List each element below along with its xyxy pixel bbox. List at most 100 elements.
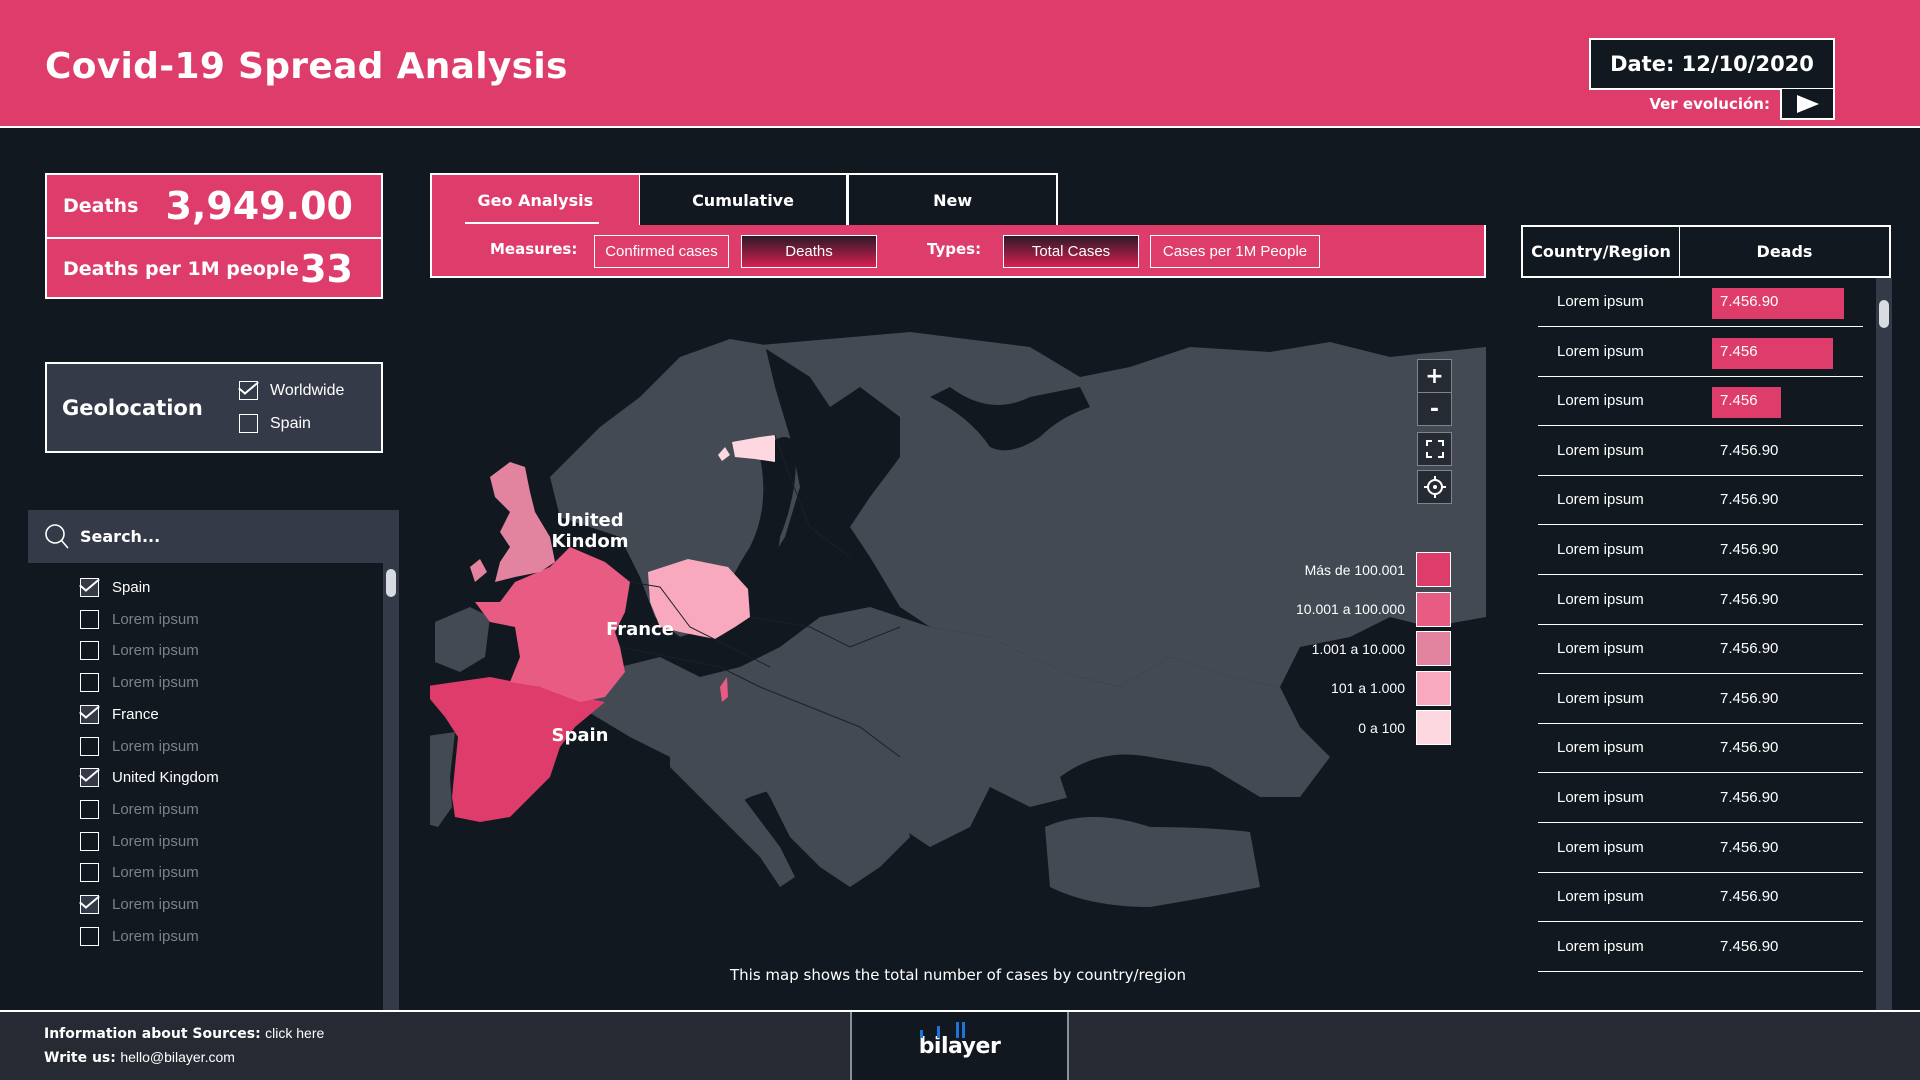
- fullscreen-button[interactable]: [1417, 432, 1452, 466]
- table-row[interactable]: Lorem ipsum 7.456.90: [1538, 526, 1863, 575]
- checkbox[interactable]: [80, 863, 99, 883]
- cell-deads: 7.456.90: [1720, 491, 1779, 509]
- table-row[interactable]: Lorem ipsum 7.456.90: [1538, 774, 1863, 823]
- legend-item: 101 a 1.000: [1331, 670, 1451, 706]
- map-label-spain: Spain: [551, 725, 609, 746]
- geo-option-worldwide[interactable]: Worldwide: [239, 381, 344, 400]
- list-scrollbar-thumb[interactable]: [386, 569, 396, 597]
- table-scrollbar[interactable]: [1876, 278, 1892, 1010]
- table-row[interactable]: Lorem ipsum 7.456: [1538, 377, 1863, 427]
- measure-deaths-button[interactable]: Deaths: [741, 235, 877, 268]
- country-list-label: Lorem ipsum: [112, 737, 199, 755]
- type-cases-per-million-button[interactable]: Cases per 1M People: [1150, 235, 1320, 268]
- checkbox[interactable]: [80, 831, 99, 851]
- cell-deads: 7.456.90: [1720, 293, 1779, 310]
- checkbox[interactable]: [80, 895, 99, 914]
- europe-map[interactable]: United Kindom France Spain + - Más de 10…: [430, 327, 1486, 950]
- table-row[interactable]: Lorem ipsum 7.456.90: [1538, 873, 1863, 923]
- cell-country: Lorem ipsum: [1557, 293, 1644, 310]
- checkbox[interactable]: [80, 768, 99, 788]
- cell-country: Lorem ipsum: [1557, 541, 1644, 558]
- country-list-item[interactable]: Lorem ipsum: [80, 641, 199, 661]
- write-us-label: Write us:: [44, 1050, 116, 1066]
- country-list-item[interactable]: Lorem ipsum: [80, 831, 199, 851]
- country-list-item[interactable]: Lorem ipsum: [80, 673, 199, 693]
- sources-link[interactable]: click here: [265, 1025, 324, 1041]
- cell-country: Lorem ipsum: [1557, 689, 1644, 707]
- country-list-item[interactable]: Lorem ipsum: [80, 799, 199, 819]
- table-row[interactable]: Lorem ipsum 7.456: [1538, 328, 1863, 377]
- checkbox[interactable]: [80, 641, 99, 661]
- checkbox[interactable]: [80, 673, 99, 693]
- table-row[interactable]: Lorem ipsum 7.456.90: [1538, 675, 1863, 724]
- table-row[interactable]: Lorem ipsum 7.456.90: [1538, 278, 1863, 327]
- table-row[interactable]: Lorem ipsum 7.456.90: [1538, 724, 1863, 774]
- country-list-item[interactable]: Spain: [80, 578, 150, 597]
- tab-cumulative[interactable]: Cumulative: [638, 173, 849, 226]
- checkbox[interactable]: [80, 609, 99, 629]
- search-icon: [45, 523, 69, 549]
- legend-label: 1.001 a 10.000: [1311, 640, 1405, 657]
- cell-country: Lorem ipsum: [1557, 342, 1644, 360]
- country-list-item[interactable]: United Kingdom: [80, 768, 219, 788]
- legend-label: 0 a 100: [1358, 719, 1405, 736]
- zoom-in-button[interactable]: +: [1417, 359, 1452, 393]
- table-row[interactable]: Lorem ipsum 7.456.90: [1538, 427, 1863, 476]
- geolocation-panel: Geolocation Worldwide Spain: [45, 362, 383, 453]
- country-list-item[interactable]: Lorem ipsum: [80, 895, 199, 914]
- locate-button[interactable]: [1417, 470, 1452, 504]
- cell-country: Lorem ipsum: [1557, 888, 1644, 906]
- play-evolution-button[interactable]: [1780, 89, 1835, 120]
- checkbox[interactable]: [80, 926, 99, 946]
- cell-country: Lorem ipsum: [1557, 392, 1644, 410]
- country-list-label: France: [112, 705, 159, 723]
- measure-confirmed-cases-button[interactable]: Confirmed cases: [594, 235, 729, 268]
- checkbox[interactable]: [80, 736, 99, 756]
- cell-deads: 7.456.90: [1720, 838, 1779, 856]
- country-list-label: Lorem ipsum: [112, 896, 199, 913]
- country-list-item[interactable]: Lorem ipsum: [80, 863, 199, 883]
- cell-country: Lorem ipsum: [1557, 640, 1644, 658]
- table-row[interactable]: Lorem ipsum 7.456.90: [1538, 824, 1863, 873]
- email-link[interactable]: hello@bilayer.com: [120, 1049, 235, 1065]
- legend-item: 1.001 a 10.000: [1312, 631, 1451, 666]
- map-label-uk: United Kindom: [551, 510, 629, 552]
- cell-country: Lorem ipsum: [1557, 739, 1644, 757]
- table-row[interactable]: Lorem ipsum 7.456.90: [1538, 476, 1863, 526]
- list-scrollbar[interactable]: [383, 563, 399, 1010]
- tab-geo-analysis[interactable]: Geo Analysis: [430, 173, 639, 226]
- cell-deads: 7.456.90: [1720, 888, 1779, 906]
- country-list-label: Spain: [112, 579, 151, 596]
- table-row[interactable]: Lorem ipsum 7.456.90: [1538, 576, 1863, 625]
- legend-swatch: [1416, 670, 1451, 706]
- type-total-cases-button[interactable]: Total Cases: [1003, 235, 1139, 268]
- legend-label: 101 a 1.000: [1331, 680, 1405, 696]
- search-input[interactable]: [80, 527, 360, 546]
- table-row[interactable]: Lorem ipsum 7.456.90: [1538, 625, 1863, 675]
- checkbox[interactable]: [239, 414, 258, 433]
- evolution-label: Ver evolución:: [1649, 95, 1770, 113]
- country-list-label: Lorem ipsum: [112, 674, 199, 692]
- geo-option-spain[interactable]: Spain: [239, 414, 311, 433]
- kpi-label: Deaths: [63, 195, 139, 217]
- country-list-item[interactable]: France: [80, 704, 159, 724]
- sources-label: Information about Sources:: [44, 1026, 261, 1042]
- country-list-item[interactable]: Lorem ipsum: [80, 609, 199, 629]
- table-row[interactable]: Lorem ipsum 7.456.90: [1538, 923, 1863, 972]
- legend-item: Más de 100.001: [1305, 552, 1451, 587]
- checkbox[interactable]: [239, 381, 258, 400]
- bilayer-logo: bilayer: [919, 1021, 1001, 1059]
- column-header-country[interactable]: Country/Region: [1523, 227, 1680, 276]
- play-icon: [1796, 94, 1819, 113]
- checkbox[interactable]: [80, 578, 99, 597]
- table-scrollbar-thumb[interactable]: [1879, 300, 1889, 328]
- zoom-out-button[interactable]: -: [1417, 392, 1452, 426]
- checkbox[interactable]: [80, 799, 99, 819]
- table-header: Country/Region Deads: [1521, 225, 1891, 278]
- country-list-item[interactable]: Lorem ipsum: [80, 926, 199, 946]
- checkbox[interactable]: [80, 704, 99, 724]
- tab-new[interactable]: New: [848, 173, 1059, 226]
- search-bar[interactable]: [28, 510, 399, 563]
- country-list-item[interactable]: Lorem ipsum: [80, 736, 199, 756]
- column-header-deads[interactable]: Deads: [1680, 227, 1889, 276]
